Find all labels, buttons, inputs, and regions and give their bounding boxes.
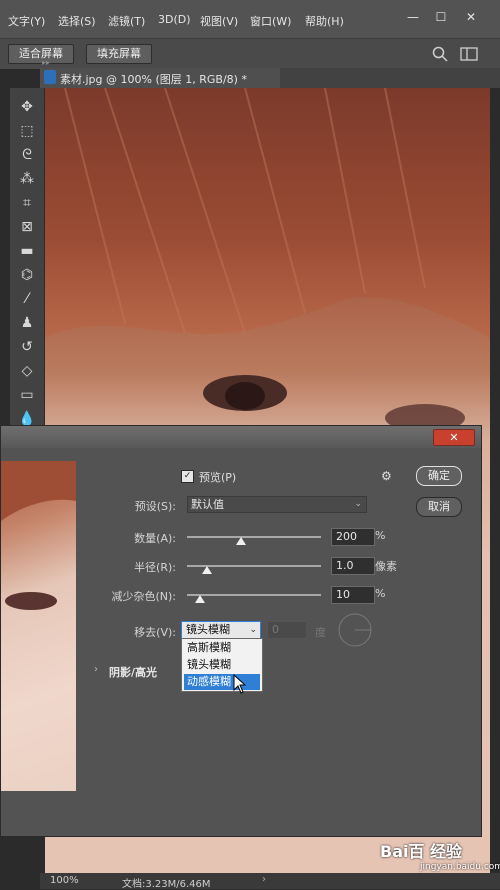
- radius-label: 半径(R):: [134, 561, 176, 574]
- tools-panel: ✥ ⬚ ᘓ ⁂ ⌗ ⊠ ▬ ⌬ ⁄ ♟ ↺ ◇ ▭ 💧: [10, 88, 44, 428]
- settings-gear-icon[interactable]: ⚙: [381, 469, 392, 483]
- minimize-button[interactable]: —: [400, 8, 426, 26]
- menu-filter[interactable]: 滤镜(T): [108, 13, 145, 29]
- menu-3d[interactable]: 3D(D): [158, 13, 191, 26]
- chevron-right-icon[interactable]: ›: [262, 874, 266, 885]
- watermark-logo: Bai百 经验: [380, 842, 463, 861]
- radius-slider-thumb[interactable]: [202, 566, 213, 574]
- menu-view[interactable]: 视图(V): [200, 13, 238, 29]
- watermark-url: jingyan.baidu.com: [420, 862, 500, 872]
- amount-unit: %: [375, 529, 386, 542]
- search-icon[interactable]: [432, 46, 448, 62]
- history-brush-icon[interactable]: ↺: [16, 336, 38, 358]
- healing-tool-icon[interactable]: ⌬: [16, 264, 38, 286]
- amount-input[interactable]: 200: [331, 528, 375, 546]
- radius-unit: 像素: [375, 560, 397, 573]
- preview-checkbox[interactable]: ✓: [181, 470, 194, 483]
- menu-bar: 文字(Y) 选择(S) 滤镜(T) 3D(D) 视图(V) 窗口(W) 帮助(H…: [0, 0, 500, 38]
- dropdown-option-lens[interactable]: 镜头模糊: [184, 657, 263, 673]
- noise-unit: %: [375, 587, 386, 600]
- ruler-tool-icon[interactable]: ▬: [16, 240, 38, 262]
- options-bar: 适合屏幕 填充屏幕: [0, 38, 500, 69]
- remove-value: 镜头模糊: [186, 623, 230, 636]
- document-info[interactable]: 文档:3.23M/6.46M: [122, 875, 211, 890]
- angle-input[interactable]: 0: [267, 621, 307, 639]
- menu-type[interactable]: 文字(Y): [8, 13, 45, 29]
- section-expand-icon[interactable]: ›: [94, 664, 98, 675]
- dialog-close-icon[interactable]: ✕: [433, 429, 475, 446]
- document-title: 素材.jpg @ 100% (图层 1, RGB/8) *: [60, 73, 247, 86]
- workspace-icon[interactable]: [460, 46, 478, 62]
- noise-label: 减少杂色(N):: [111, 590, 176, 603]
- marquee-tool-icon[interactable]: ⬚: [16, 120, 38, 142]
- menu-help[interactable]: 帮助(H): [305, 13, 344, 29]
- noise-slider-thumb[interactable]: [195, 595, 206, 603]
- amount-slider[interactable]: [187, 536, 321, 538]
- preset-label: 预设(S):: [134, 500, 176, 513]
- chevron-down-icon: ⌄: [354, 499, 362, 509]
- amount-label: 数量(A):: [134, 532, 176, 545]
- filter-preview-image[interactable]: [1, 461, 76, 791]
- eraser-tool-icon[interactable]: ◇: [16, 360, 38, 382]
- baidu-watermark: Bai百 经验 jingyan.baidu.com: [380, 838, 500, 878]
- reduce-shake-dialog: ✕ ✓ 预览(P) ⚙ 确定 取消 预设(S): 默认值 ⌄ 数量(A): 20…: [0, 425, 482, 837]
- menu-window[interactable]: 窗口(W): [250, 13, 291, 29]
- fit-screen-button[interactable]: 适合屏幕: [8, 44, 74, 64]
- document-tab[interactable]: 素材.jpg @ 100% (图层 1, RGB/8) *: [40, 68, 280, 88]
- menu-select[interactable]: 选择(S): [58, 13, 96, 29]
- zoom-level[interactable]: 100%: [50, 875, 79, 886]
- shadow-highlight-section[interactable]: 阴影/高光: [109, 664, 157, 680]
- preview-face-image: [1, 461, 76, 610]
- radius-input[interactable]: 1.0: [331, 557, 375, 575]
- chevron-down-icon: ⌄: [249, 625, 257, 635]
- cancel-button[interactable]: 取消: [416, 497, 462, 517]
- stamp-tool-icon[interactable]: ♟: [16, 312, 38, 334]
- close-window-button[interactable]: ✕: [458, 8, 484, 26]
- magic-wand-icon[interactable]: ⁂: [16, 168, 38, 190]
- frame-tool-icon[interactable]: ⊠: [16, 216, 38, 238]
- preset-select[interactable]: 默认值 ⌄: [187, 496, 367, 513]
- gradient-tool-icon[interactable]: ▭: [16, 384, 38, 406]
- noise-input[interactable]: 10: [331, 586, 375, 604]
- restore-button[interactable]: ☐: [428, 8, 454, 26]
- angle-dial-icon[interactable]: [337, 612, 373, 648]
- ps-file-icon: [44, 70, 56, 84]
- lasso-tool-icon[interactable]: ᘓ: [16, 144, 38, 166]
- mouse-cursor-icon: [233, 674, 247, 694]
- dropdown-option-motion[interactable]: 动感模糊: [184, 674, 260, 690]
- move-tool-icon[interactable]: ✥: [16, 96, 38, 118]
- ok-button[interactable]: 确定: [416, 466, 462, 486]
- noise-slider[interactable]: [187, 594, 321, 596]
- remove-label: 移去(V):: [134, 626, 176, 639]
- amount-slider-thumb[interactable]: [235, 537, 246, 545]
- angle-unit: 度: [315, 626, 326, 639]
- dialog-titlebar[interactable]: ✕: [1, 426, 481, 448]
- fill-screen-button[interactable]: 填充屏幕: [86, 44, 152, 64]
- remove-select[interactable]: 镜头模糊 ⌄: [181, 621, 261, 639]
- preset-value: 默认值: [191, 498, 224, 511]
- dropdown-option-gaussian[interactable]: 高斯模糊: [184, 640, 263, 656]
- document-tab-bar: 素材.jpg @ 100% (图层 1, RGB/8) * ▸▸: [40, 58, 500, 88]
- preview-label: 预览(P): [199, 471, 237, 484]
- remove-dropdown-list: 高斯模糊 镜头模糊 动感模糊: [181, 638, 263, 692]
- crop-tool-icon[interactable]: ⌗: [16, 192, 38, 214]
- brush-tool-icon[interactable]: ⁄: [16, 288, 38, 310]
- panel-collapse-icon[interactable]: ▸▸: [42, 58, 50, 67]
